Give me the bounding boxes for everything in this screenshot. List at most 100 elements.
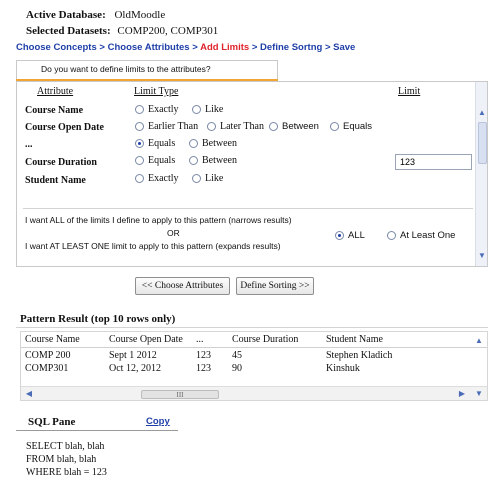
cell-course-name: COMP 200 <box>25 350 71 361</box>
chevron-down-icon[interactable]: ▼ <box>473 388 485 400</box>
column-header-course-duration[interactable]: Course Duration <box>232 334 298 345</box>
limits-tab-label: Do you want to define limits to the attr… <box>41 64 211 74</box>
cell-ellipsis: 123 <box>196 363 211 374</box>
option-like[interactable]: Like <box>192 104 223 115</box>
selected-datasets-line: Selected Datasets: COMP200, COMP301 <box>26 24 218 38</box>
step-choose-attributes[interactable]: Choose Attributes <box>108 42 190 53</box>
breadcrumb-separator: > <box>99 42 105 53</box>
option-label: Between <box>202 138 237 149</box>
radio-button[interactable] <box>135 174 144 183</box>
limit-type-column-header: Limit Type <box>134 86 179 97</box>
radio-button[interactable] <box>135 105 144 114</box>
attribute-column-header: Attribute <box>37 86 74 97</box>
column-header-ellipsis[interactable]: ... <box>196 334 204 345</box>
option-exactly[interactable]: Exactly <box>135 104 179 115</box>
option-later-than[interactable]: Later Than <box>207 121 264 132</box>
choose-attributes-button[interactable]: << Choose Attributes <box>135 277 230 295</box>
selected-datasets-label: Selected Datasets: <box>26 25 111 37</box>
scrollbar-thumb[interactable]: III <box>141 390 219 399</box>
table-row[interactable]: COMP301 Oct 12, 2012 123 90 Kinshuk <box>21 363 471 376</box>
option-label: Between <box>282 121 319 132</box>
active-database-label: Active Database: <box>26 9 106 21</box>
radio-button[interactable] <box>269 122 278 131</box>
radio-button[interactable] <box>135 122 144 131</box>
sql-line: SELECT blah, blah <box>26 441 105 452</box>
cell-course-name: COMP301 <box>25 363 69 374</box>
step-define-sorting[interactable]: Define Sortng <box>260 42 322 53</box>
option-label: Equals <box>148 155 176 166</box>
wizard-breadcrumb: Choose Concepts > Choose Attributes > Ad… <box>16 42 355 53</box>
cell-ellipsis: 123 <box>196 350 211 361</box>
cell-course-duration: 90 <box>232 363 242 374</box>
grid-horizontal-scrollbar[interactable]: ◀ III ▶ ▼ <box>21 386 487 400</box>
match-one-description: I want AT LEAST ONE limit to apply to th… <box>25 241 281 251</box>
option-equals[interactable]: Equals <box>135 155 175 166</box>
option-label: Like <box>205 173 224 184</box>
sql-line: WHERE blah = 123 <box>26 467 107 478</box>
option-exactly[interactable]: Exactly <box>135 173 179 184</box>
radio-button[interactable] <box>189 156 198 165</box>
option-label: Exactly <box>148 104 179 115</box>
chevron-right-icon[interactable]: ▶ <box>457 388 467 400</box>
breadcrumb-separator: > <box>324 42 331 53</box>
limit-column-header: Limit <box>398 86 421 97</box>
active-database-value: OldMoodle <box>114 9 166 21</box>
column-header-course-name[interactable]: Course Name <box>25 334 80 345</box>
chevron-left-icon[interactable]: ◀ <box>24 388 34 400</box>
define-sorting-button[interactable]: Define Sorting >> <box>236 277 314 295</box>
option-between[interactable]: Between <box>189 155 237 166</box>
radio-button-selected[interactable] <box>135 139 144 148</box>
option-equals[interactable]: Equals <box>330 121 372 132</box>
match-one-option[interactable]: At Least One <box>387 230 455 241</box>
divider <box>23 208 473 209</box>
radio-button[interactable] <box>192 105 201 114</box>
attribute-ellipsis: ... <box>25 139 33 150</box>
step-save[interactable]: Save <box>333 42 355 53</box>
limit-value-input[interactable] <box>395 154 472 170</box>
step-add-limits[interactable]: Add Limits <box>200 42 249 53</box>
or-text: OR <box>167 228 180 238</box>
option-label: Equals <box>343 121 373 132</box>
radio-button[interactable] <box>135 156 144 165</box>
option-earlier-than[interactable]: Earlier Than <box>135 121 198 132</box>
option-label: ALL <box>348 230 365 241</box>
radio-button-selected[interactable] <box>335 231 344 240</box>
selected-datasets-value: COMP200, COMP301 <box>117 25 219 37</box>
radio-button[interactable] <box>189 139 198 148</box>
table-row[interactable]: COMP 200 Sept 1 2012 123 45 Stephen Klad… <box>21 350 471 363</box>
radio-button[interactable] <box>387 231 396 240</box>
column-header-student-name[interactable]: Student Name <box>326 334 383 345</box>
radio-button[interactable] <box>330 122 339 131</box>
option-equals[interactable]: Equals <box>135 138 175 149</box>
chevron-up-icon[interactable]: ▲ <box>473 335 485 347</box>
sql-line: FROM blah, blah <box>26 454 97 465</box>
limits-panel: Attribute Limit Type Limit Course Name E… <box>16 81 488 267</box>
pattern-result-title: Pattern Result (top 10 rows only) <box>20 313 176 325</box>
step-choose-concepts[interactable]: Choose Concepts <box>16 42 97 53</box>
attribute-student-name: Student Name <box>25 175 86 186</box>
chevron-down-icon[interactable]: ▼ <box>476 250 487 262</box>
column-header-course-open-date[interactable]: Course Open Date <box>109 334 183 345</box>
scrollbar-thumb[interactable] <box>478 122 487 164</box>
limits-tab[interactable]: Do you want to define limits to the attr… <box>16 60 278 79</box>
sql-text: SELECT blah, blah FROM blah, blah WHERE … <box>26 440 107 479</box>
match-all-option[interactable]: ALL <box>335 230 365 241</box>
copy-sql-link[interactable]: Copy <box>146 416 170 427</box>
option-between[interactable]: Between <box>189 138 237 149</box>
limits-vertical-scrollbar[interactable]: ▲ ▼ <box>475 82 487 266</box>
divider <box>16 327 488 328</box>
option-between[interactable]: Between <box>269 121 319 132</box>
divider <box>16 430 178 431</box>
chevron-up-icon[interactable]: ▲ <box>476 107 487 119</box>
radio-button[interactable] <box>192 174 201 183</box>
pattern-result-grid: Course Name Course Open Date ... Course … <box>20 331 488 401</box>
option-label: Between <box>202 155 237 166</box>
match-all-description: I want ALL of the limits I define to app… <box>25 215 292 225</box>
option-label: Like <box>205 104 224 115</box>
breadcrumb-separator: > <box>251 42 258 53</box>
cell-student-name: Stephen Kladich <box>326 350 393 361</box>
option-label: Earlier Than <box>148 121 199 132</box>
radio-button[interactable] <box>207 122 216 131</box>
option-like[interactable]: Like <box>192 173 223 184</box>
breadcrumb-separator: > <box>192 42 198 53</box>
